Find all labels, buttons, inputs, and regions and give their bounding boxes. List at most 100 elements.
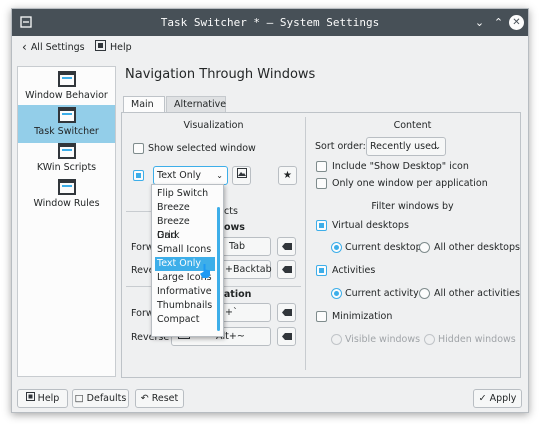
clear-reverse-shortcut-1-button[interactable] [277,260,296,279]
sidebar-item-label: Window Rules [33,198,100,209]
window-title: Task Switcher * — System Settings [160,16,380,29]
window-behavior-icon [57,71,76,87]
sidebar-item-window-rules[interactable]: Window Rules [18,177,115,215]
help-button[interactable]: Help [95,40,132,54]
checkmark-icon: ✓ [478,393,487,404]
backspace-icon [282,243,292,250]
apply-label: Apply [489,393,517,404]
sidebar-item-window-behavior[interactable]: Window Behavior [18,69,115,107]
sidebar: Window Behavior Task Switcher KWin Scrip… [17,66,116,377]
all-settings-label: All Settings [30,41,85,53]
dropdown-option-text-only[interactable]: Text Only [155,257,215,271]
include-show-desktop-checkbox[interactable] [316,161,327,172]
effect-dropdown-list: Flip Switch Breeze Breeze Dark Grid Smal… [151,184,224,337]
forward-shortcut-value-1: Tab [229,241,246,252]
sort-order-combobox[interactable]: Recently used ⌄ [366,137,446,156]
current-activity-label: Current activity [345,288,419,299]
activities-label: Activities [332,265,376,276]
sort-order-label: Sort order: [315,141,366,152]
forward-shortcut-value-2: +` [225,307,238,318]
toolbar: ‹ All Settings Help [12,36,528,58]
minimization-label: Minimization [332,311,393,322]
current-activity-radio[interactable] [331,288,342,299]
backspace-icon [282,333,292,340]
current-desktop-radio[interactable] [331,242,342,253]
all-other-desktops-radio[interactable] [419,242,430,253]
only-one-window-label: Only one window per application [332,178,488,189]
settings-window: Task Switcher * — System Settings ⌄ ⌃ ✕ … [11,8,529,413]
visualization-heading: Visualization [183,120,244,131]
content-heading: Content [393,120,432,131]
sidebar-item-label: Task Switcher [34,126,99,137]
sidebar-item-task-switcher[interactable]: Task Switcher [18,105,115,143]
close-icon[interactable]: ✕ [509,15,524,30]
button-bar: Help □ Defaults ↶ Reset ✓ Apply [12,387,528,413]
dropdown-option-compact[interactable]: Compact [155,313,215,327]
titlebar[interactable]: Task Switcher * — System Settings ⌄ ⌃ ✕ [12,9,528,36]
virtual-desktops-checkbox[interactable] [316,220,327,231]
backspace-icon [282,266,292,273]
all-other-activities-label: All other activities [434,288,520,299]
hidden-windows-label: Hidden windows [438,334,516,345]
reset-button[interactable]: ↶ Reset [135,389,184,408]
dropdown-option-informative[interactable]: Informative [155,285,215,299]
help-icon [95,40,106,54]
apply-button[interactable]: ✓ Apply [473,389,522,408]
visible-windows-radio[interactable] [331,334,342,345]
help-label: Help [110,41,132,53]
task-switcher-icon [57,107,76,123]
reset-label: Reset [151,393,179,404]
visible-windows-label: Visible windows [345,334,421,345]
help-icon [25,392,38,404]
star-icon: ★ [283,170,292,181]
clear-reverse-shortcut-2-button[interactable] [277,327,296,346]
tab-alternative[interactable]: Alternative [166,96,226,112]
all-other-desktops-label: All other desktops [434,242,520,253]
dropdown-option-thumbnails[interactable]: Thumbnails [155,299,215,313]
minimization-checkbox[interactable] [316,311,327,322]
activities-checkbox[interactable] [316,265,327,276]
chevron-down-icon: ⌄ [216,171,223,180]
defaults-label: Defaults [86,393,127,404]
image-icon [236,168,247,181]
include-show-desktop-label: Include "Show Desktop" icon [332,161,469,172]
dropdown-scrollbar[interactable] [217,207,220,331]
sidebar-item-kwin-scripts[interactable]: KWin Scripts [18,141,115,179]
document-icon: □ [74,393,84,404]
shortcuts-heading-partial: cts [224,206,238,217]
maximize-icon[interactable]: ⌃ [491,15,506,30]
page-title: Navigation Through Windows [125,67,316,82]
effect-combobox[interactable]: Text Only ⌄ [153,166,228,185]
dropdown-option-flip-switch[interactable]: Flip Switch [155,187,215,201]
filter-heading: Filter windows by [371,201,454,212]
all-other-activities-radio[interactable] [419,288,430,299]
column-divider [305,117,306,370]
get-new-switchers-button[interactable]: ★ [278,166,297,185]
hidden-windows-radio[interactable] [424,334,435,345]
current-desktop-label: Current desktop [345,242,422,253]
clear-forward-shortcut-1-button[interactable] [277,237,296,256]
help-footer-label: Help [37,393,60,404]
tab-main[interactable]: Main [123,96,165,113]
preview-effect-button[interactable] [232,166,251,185]
effect-enabled-checkbox[interactable] [133,170,144,181]
only-one-window-checkbox[interactable] [316,178,327,189]
virtual-desktops-label: Virtual desktops [332,220,409,231]
help-footer-button[interactable]: Help [17,389,68,408]
sort-order-value: Recently used [370,141,437,152]
effect-combobox-value: Text Only [157,170,201,181]
shortcuts-separator [126,211,154,212]
show-selected-window-checkbox[interactable] [133,143,144,154]
dropdown-option-breeze[interactable]: Breeze [155,201,215,215]
clear-forward-shortcut-2-button[interactable] [277,303,296,322]
dropdown-option-breeze-dark[interactable]: Breeze Dark [155,215,215,241]
show-selected-window-label: Show selected window [148,143,256,154]
defaults-button[interactable]: □ Defaults [72,389,129,408]
all-settings-button[interactable]: ‹ All Settings [22,40,85,54]
reverse-shortcut-value-1: +Backtab [225,264,272,275]
dropdown-option-grid[interactable]: Grid [155,229,215,243]
chevron-down-icon: ⌄ [434,142,441,151]
minimize-icon[interactable]: ⌄ [472,15,487,30]
dropdown-option-small-icons[interactable]: Small Icons [155,243,215,257]
sidebar-item-label: Window Behavior [25,90,108,101]
